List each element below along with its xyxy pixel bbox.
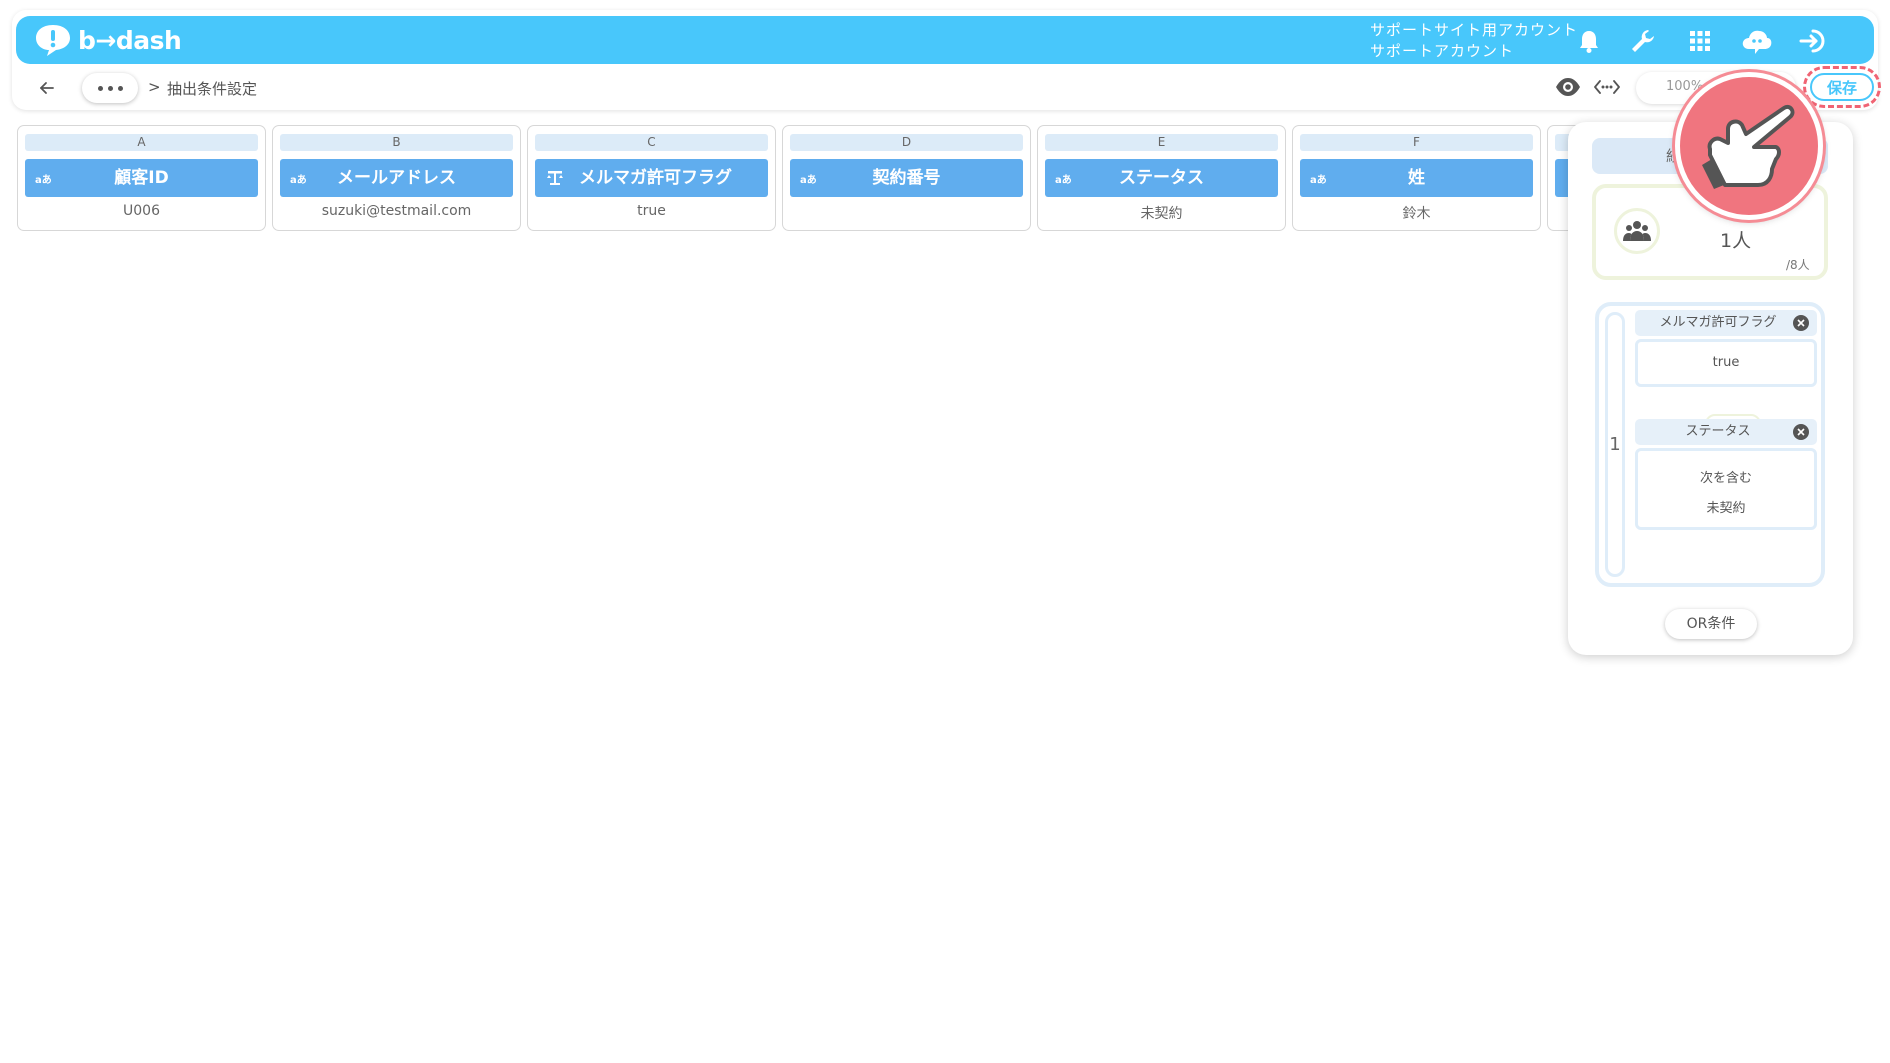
column-name: 姓 (1408, 168, 1425, 188)
total-count: /8人 (1786, 258, 1810, 272)
column-card[interactable]: C メルマガ許可フラグ true (527, 125, 776, 231)
account-line-2: サポートアカウント (1370, 42, 1515, 60)
breadcrumb-separator: > (148, 78, 161, 96)
logo[interactable]: b→dash (34, 23, 182, 57)
save-button[interactable]: 保存 (1810, 73, 1874, 101)
back-arrow-icon[interactable] (36, 78, 58, 98)
column-card[interactable]: D aあ 契約番号 (782, 125, 1031, 231)
page-title: 抽出条件設定 (167, 80, 258, 98)
code-arrows-icon[interactable] (1594, 78, 1620, 96)
wrench-icon[interactable] (1628, 26, 1658, 56)
column-letter: A (25, 134, 258, 151)
condition-value: true (1712, 355, 1740, 370)
column-value: suzuki@testmail.com (321, 203, 472, 219)
condition-value-box[interactable]: true (1635, 339, 1817, 387)
column-letter: F (1300, 134, 1533, 151)
column-letter: C (535, 134, 768, 151)
account-name[interactable]: サポートサイト用アカウント サポートアカウント (1370, 20, 1578, 62)
grid-icon[interactable] (1685, 26, 1715, 56)
dot-icon (97, 85, 103, 91)
bell-icon[interactable] (1574, 26, 1604, 56)
condition-field: メルマガ許可フラグ (1635, 310, 1817, 336)
column-letter: E (1045, 134, 1278, 151)
close-icon[interactable] (1793, 315, 1809, 331)
top-header: b→dash サポートサイト用アカウント サポートアカウント (16, 16, 1874, 64)
column-header[interactable]: aあ 契約番号 (790, 159, 1023, 197)
column-name: 顧客ID (114, 168, 169, 188)
column-letter: B (280, 134, 513, 151)
cloud-chat-icon[interactable] (1740, 26, 1774, 56)
column-card[interactable]: F aあ 姓 鈴木 (1292, 125, 1541, 231)
column-card[interactable]: E aあ ステータス 未契約 (1037, 125, 1286, 231)
column-value: U006 (123, 203, 160, 219)
condition-value-box[interactable]: 次を含む 未契約 (1635, 448, 1817, 530)
breadcrumb-more-button[interactable] (82, 73, 138, 103)
close-icon[interactable] (1793, 424, 1809, 440)
column-name: メールアドレス (337, 168, 456, 188)
condition-field-label: メルマガ許可フラグ (1659, 315, 1777, 330)
account-line-1: サポートサイト用アカウント (1370, 21, 1579, 39)
dot-icon (107, 85, 113, 91)
pointer-highlight (1675, 72, 1823, 220)
or-condition-button[interactable]: OR条件 (1665, 609, 1757, 639)
users-group-icon (1614, 208, 1660, 254)
condition-field: ステータス (1635, 419, 1817, 445)
column-value: 未契約 (1140, 206, 1183, 222)
column-name: メルマガ許可フラグ (579, 168, 732, 188)
logout-icon[interactable] (1798, 26, 1828, 56)
column-letter: D (790, 134, 1023, 151)
condition-operator: 次を含む (1699, 471, 1752, 486)
matched-count: 1人 (1720, 230, 1752, 252)
column-header[interactable]: aあ ステータス (1045, 159, 1278, 197)
logo-text: b→dash (78, 25, 182, 55)
column-name: 契約番号 (872, 168, 941, 188)
dot-icon (117, 85, 123, 91)
group-number: 1 (1609, 434, 1621, 455)
column-value: true (637, 203, 666, 219)
condition-value: 未契約 (1706, 501, 1746, 516)
column-card[interactable]: B aあ メールアドレス suzuki@testmail.com (272, 125, 521, 231)
column-header[interactable]: aあ メールアドレス (280, 159, 513, 197)
hand-pointer-icon (1702, 105, 1795, 189)
logo-icon (36, 25, 70, 56)
column-name: ステータス (1119, 168, 1204, 188)
column-header[interactable]: aあ 顧客ID (25, 159, 258, 197)
condition-field-label: ステータス (1685, 424, 1751, 439)
condition-group: 1 メルマガ許可フラグ true AND ステータス 次を含む 未契約 (1595, 302, 1825, 587)
column-header[interactable]: メルマガ許可フラグ (535, 159, 768, 197)
column-header[interactable]: aあ 姓 (1300, 159, 1533, 197)
column-value: 鈴木 (1402, 206, 1431, 222)
eye-icon[interactable] (1554, 76, 1582, 98)
column-card[interactable]: A aあ 顧客ID U006 (17, 125, 266, 231)
